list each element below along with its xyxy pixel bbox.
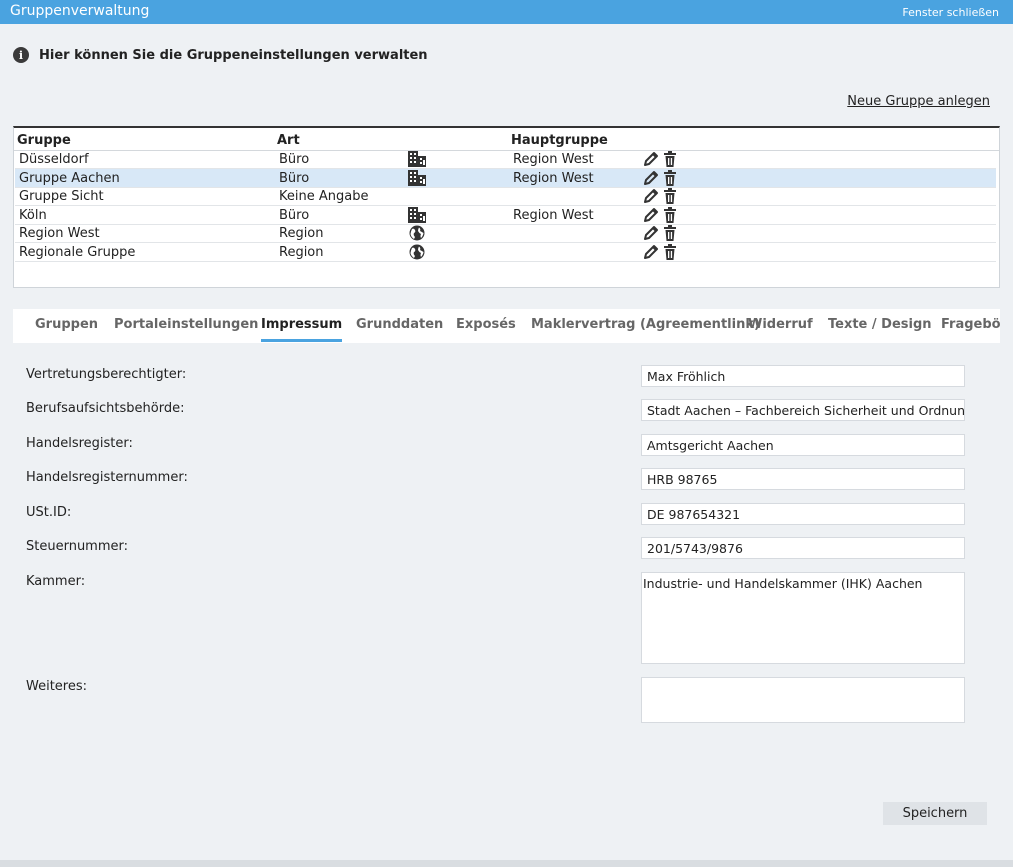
info-message: i Hier können Sie die Gruppeneinstellung… <box>13 46 428 64</box>
table-header: Gruppe Art Hauptgruppe <box>14 128 999 151</box>
row-group-name: Region West <box>19 226 100 242</box>
groups-table: Gruppe Art Hauptgruppe Düsseldorf Büro Reg… <box>13 126 1000 288</box>
delete-trash-icon[interactable] <box>661 150 679 168</box>
row-parent-group: Region West <box>513 170 594 186</box>
window-title: Gruppenverwaltung <box>10 3 150 19</box>
info-icon: i <box>13 47 29 63</box>
row-type: Region <box>279 245 324 260</box>
ustid-input[interactable]: DE 987654321 <box>641 503 965 525</box>
steuernummer-input[interactable]: 201/5743/9876 <box>641 537 965 559</box>
handelsregister-input[interactable]: Amtsgericht Aachen <box>641 434 965 456</box>
label-handelsregisternummer: Handelsregisternummer: <box>26 470 188 485</box>
edit-pencil-icon[interactable] <box>642 187 660 205</box>
label-steuernummer: Steuernummer: <box>26 539 129 554</box>
tab-expos-s[interactable]: Exposés <box>456 317 516 339</box>
delete-trash-icon[interactable] <box>661 206 679 224</box>
tab-widerruf[interactable]: Widerruf <box>748 317 813 339</box>
row-type: Büro <box>279 207 310 223</box>
label-berufsaufsichtsbehoerde: Berufsaufsichtsbehörde: <box>26 401 185 416</box>
edit-pencil-icon[interactable] <box>642 169 660 187</box>
label-weiteres: Weiteres: <box>26 679 88 694</box>
row-type: Büro <box>279 152 310 167</box>
globe-icon <box>408 225 426 241</box>
table-row[interactable]: Region West Region <box>15 224 996 244</box>
tab-maklervertrag-agreementlink[interactable]: Maklervertrag (Agreementlink) <box>531 317 760 339</box>
kammer-textarea[interactable]: Industrie- und Handelskammer (IHK) Aache… <box>641 572 965 664</box>
table-row[interactable]: Regionale Gruppe Region <box>15 243 996 262</box>
info-text: Hier können Sie die Gruppeneinstellungen… <box>39 47 428 63</box>
row-group-name: Köln <box>19 207 47 223</box>
row-parent-group: Region West <box>513 207 594 223</box>
handelsregisternummer-input[interactable]: HRB 98765 <box>641 468 965 490</box>
weiteres-textarea[interactable] <box>641 677 965 723</box>
row-type: Keine Angabe <box>279 189 369 205</box>
tab-fragebögen[interactable]: Fragebögen <box>941 317 1000 339</box>
row-group-name: Gruppe Sicht <box>19 189 104 205</box>
settings-tabs: Gruppen Portaleinstellungen Impressum Grund… <box>13 309 1000 343</box>
table-row[interactable]: Gruppe Aachen Büro Region West <box>15 168 996 188</box>
row-type: Büro <box>279 170 310 186</box>
office-building-icon <box>408 206 426 223</box>
table-row[interactable]: Düsseldorf Büro Region West <box>15 150 996 169</box>
table-row[interactable]: Gruppe Sicht Keine Angabe <box>15 187 996 207</box>
row-type: Region <box>279 226 324 242</box>
edit-pencil-icon[interactable] <box>642 243 660 261</box>
vertretungsberechtigter-input[interactable]: Max Fröhlich <box>641 365 965 387</box>
edit-pencil-icon[interactable] <box>642 206 660 224</box>
label-handelsregister: Handelsregister: <box>26 436 133 451</box>
row-group-name: Regionale Gruppe <box>19 245 136 260</box>
edit-pencil-icon[interactable] <box>642 150 660 168</box>
delete-trash-icon[interactable] <box>661 224 679 242</box>
row-parent-group: Region West <box>513 152 594 167</box>
delete-trash-icon[interactable] <box>661 243 679 261</box>
office-building-icon <box>408 169 426 186</box>
label-ustid: USt.ID: <box>26 505 72 520</box>
column-header-type[interactable]: Art <box>277 133 300 148</box>
close-window-link[interactable]: Fenster schließen <box>902 6 999 19</box>
label-kammer: Kammer: <box>26 574 86 589</box>
column-header-group[interactable]: Gruppe <box>17 133 71 148</box>
save-button[interactable]: Speichern <box>883 802 987 825</box>
bottom-bar <box>0 860 1013 867</box>
new-group-link[interactable]: Neue Gruppe anlegen <box>847 94 990 109</box>
table-row[interactable]: Köln Büro Region West <box>15 206 996 225</box>
tab-portaleinstellungen[interactable]: Portaleinstellungen <box>114 317 258 339</box>
delete-trash-icon[interactable] <box>661 187 679 205</box>
berufsaufsichtsbehoerde-input[interactable]: Stadt Aachen – Fachbereich Sicherheit un… <box>641 399 965 421</box>
tab-grunddaten[interactable]: Grunddaten <box>356 317 443 339</box>
delete-trash-icon[interactable] <box>661 169 679 187</box>
tab-gruppen[interactable]: Gruppen <box>35 317 98 339</box>
office-building-icon <box>408 151 426 167</box>
window-titlebar: Gruppenverwaltung Fenster schließen <box>0 0 1013 24</box>
row-group-name: Gruppe Aachen <box>19 170 120 186</box>
column-header-parent[interactable]: Hauptgruppe <box>511 133 608 148</box>
edit-pencil-icon[interactable] <box>642 224 660 242</box>
tab-impressum[interactable]: Impressum <box>261 317 343 342</box>
tab-texte-design[interactable]: Texte / Design <box>828 317 932 339</box>
row-group-name: Düsseldorf <box>19 152 89 167</box>
label-vertretungsberechtigter: Vertretungsberechtigter: <box>26 367 187 382</box>
globe-icon <box>408 244 426 260</box>
